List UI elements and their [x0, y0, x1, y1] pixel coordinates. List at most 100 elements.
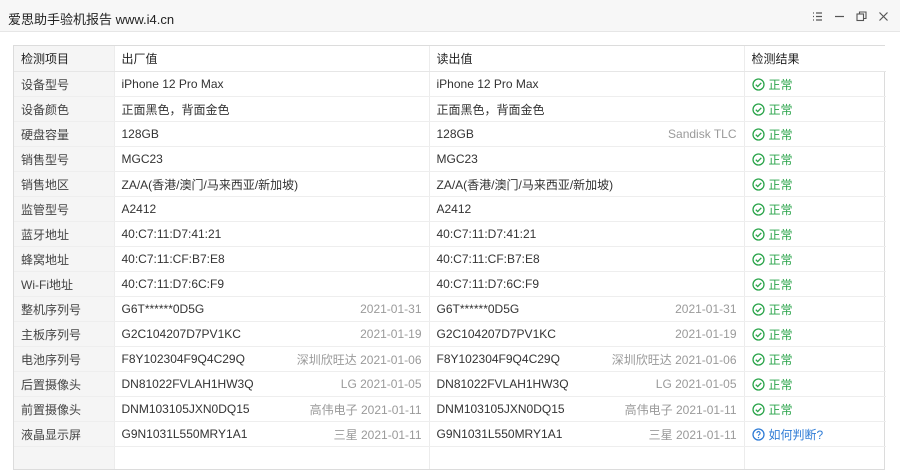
result-cell: 正常 — [743, 221, 886, 247]
table-row: 设备颜色 正面黑色，背面金色 正面黑色，背面金色 正常 — [14, 96, 886, 122]
factory-value: G6T******0D5G — [121, 302, 205, 316]
factory-value: 40:C7:11:D7:6C:F9 — [121, 277, 225, 291]
table-row: 销售型号 MGC23 MGC23 正常 — [14, 146, 886, 172]
empty-row — [14, 446, 886, 469]
result-cell: 正常 — [743, 146, 886, 172]
factory-cell: iPhone 12 Pro Max — [113, 71, 429, 97]
factory-cell: 40:C7:11:CF:B7:E8 — [113, 246, 429, 272]
table-header-row: 检测项目 出厂值 读出值 检测结果 — [14, 46, 886, 72]
result-cell: 正常 — [743, 121, 886, 147]
result-cell: 正常 — [743, 246, 886, 272]
read-cell: DN81022FVLAH1HW3Q LG 2021-01-05 — [428, 371, 744, 397]
read-cell: DNM103105JXN0DQ15 高伟电子 2021-01-11 — [428, 396, 744, 422]
result-status: 正常 — [768, 352, 793, 367]
read-meta: 深圳欣旺达 2021-01-06 — [611, 352, 737, 367]
menu-icon[interactable] — [808, 7, 826, 25]
table-row: 销售地区 ZA/A(香港/澳门/马来西亚/新加坡) ZA/A(香港/澳门/马来西亚/… — [14, 171, 886, 197]
read-cell: 40:C7:11:D7:41:21 — [428, 221, 744, 247]
factory-value: MGC23 — [121, 152, 163, 166]
result-status: 正常 — [768, 152, 793, 167]
result-cell: 正常 — [743, 96, 886, 122]
check-circle-icon — [751, 152, 765, 166]
table-row: 后置摄像头 DN81022FVLAH1HW3Q LG 2021-01-05 DN810… — [14, 371, 886, 397]
check-circle-icon — [751, 102, 765, 116]
check-circle-icon — [751, 402, 765, 416]
factory-meta: 三星 2021-01-11 — [333, 427, 422, 442]
factory-cell: ZA/A(香港/澳门/马来西亚/新加坡) — [113, 171, 429, 197]
close-icon[interactable] — [874, 7, 892, 25]
row-item-label: 蜂窝地址 — [14, 246, 114, 272]
factory-value: DNM103105JXN0DQ15 — [121, 402, 250, 416]
read-value: 40:C7:11:D7:41:21 — [436, 227, 537, 241]
empty-cell — [428, 446, 744, 469]
how-to-judge-link[interactable]: 如何判断? — [769, 426, 824, 443]
read-value: 128GB — [436, 127, 474, 141]
factory-meta: LG 2021-01-05 — [340, 377, 422, 391]
table-row: 电池序列号 F8Y102304F9Q4C29Q 深圳欣旺达 2021-01-06 F8… — [14, 346, 886, 372]
factory-value: iPhone 12 Pro Max — [121, 77, 224, 91]
read-value: A2412 — [436, 202, 472, 216]
table-row: 蓝牙地址 40:C7:11:D7:41:21 40:C7:11:D7:41:21 正常 — [14, 221, 886, 247]
table-row: 硬盘容量 128GB 128GB Sandisk TLC 正常 — [14, 121, 886, 147]
result-cell[interactable]: 如何判断? — [743, 421, 886, 447]
row-item-label: 硬盘容量 — [14, 121, 114, 147]
read-value: F8Y102304F9Q4C29Q — [436, 352, 560, 366]
read-value: 40:C7:11:CF:B7:E8 — [436, 252, 540, 266]
empty-cell — [14, 446, 114, 469]
read-meta: LG 2021-01-05 — [655, 377, 737, 391]
read-cell: 40:C7:11:CF:B7:E8 — [428, 246, 744, 272]
factory-value: 128GB — [121, 127, 159, 141]
title-bar: 爱思助手验机报告 www.i4.cn — [0, 0, 900, 32]
table-row: 整机序列号 G6T******0D5G 2021-01-31 G6T******0D5… — [14, 296, 886, 322]
factory-value: 40:C7:11:CF:B7:E8 — [121, 252, 225, 266]
factory-value: DN81022FVLAH1HW3Q — [121, 377, 254, 391]
table-row: 设备型号 iPhone 12 Pro Max iPhone 12 Pro Max 正常 — [14, 71, 886, 97]
factory-cell: 40:C7:11:D7:41:21 — [113, 221, 429, 247]
result-status: 正常 — [768, 202, 793, 217]
factory-meta: 2021-01-31 — [360, 302, 422, 316]
header-result: 检测结果 — [743, 46, 886, 72]
header-read: 读出值 — [428, 46, 744, 72]
restore-icon[interactable] — [852, 7, 870, 25]
result-status: 正常 — [768, 252, 793, 267]
read-value: MGC23 — [436, 152, 478, 166]
factory-value: ZA/A(香港/澳门/马来西亚/新加坡) — [121, 177, 299, 192]
read-cell: 40:C7:11:D7:6C:F9 — [428, 271, 744, 297]
minimize-icon[interactable] — [830, 7, 848, 25]
factory-value: G2C104207D7PV1KC — [121, 327, 241, 341]
result-status: 正常 — [768, 227, 793, 242]
result-status: 正常 — [768, 177, 793, 192]
factory-cell: MGC23 — [113, 146, 429, 172]
factory-cell: A2412 — [113, 196, 429, 222]
check-circle-icon — [751, 302, 765, 316]
result-cell: 正常 — [743, 296, 886, 322]
factory-meta: 2021-01-19 — [360, 327, 422, 341]
row-item-label: 销售型号 — [14, 146, 114, 172]
row-item-label: 蓝牙地址 — [14, 221, 114, 247]
check-circle-icon — [751, 327, 765, 341]
row-item-label: 电池序列号 — [14, 346, 114, 372]
result-cell: 正常 — [743, 396, 886, 422]
header-item: 检测项目 — [14, 46, 114, 72]
factory-meta: 深圳欣旺达 2021-01-06 — [296, 352, 422, 367]
row-item-label: 设备颜色 — [14, 96, 114, 122]
result-cell: 正常 — [743, 71, 886, 97]
check-circle-icon — [751, 77, 765, 91]
row-item-label: 液晶显示屏 — [14, 421, 114, 447]
result-cell: 正常 — [743, 196, 886, 222]
check-circle-icon — [751, 202, 765, 216]
factory-cell: G2C104207D7PV1KC 2021-01-19 — [113, 321, 429, 347]
factory-cell: 正面黑色，背面金色 — [113, 96, 429, 122]
empty-cell — [743, 446, 886, 469]
result-cell: 正常 — [743, 171, 886, 197]
factory-value: 40:C7:11:D7:41:21 — [121, 227, 222, 241]
factory-cell: G9N1031L550MRY1A1 三星 2021-01-11 — [113, 421, 429, 447]
factory-value: 正面黑色，背面金色 — [121, 102, 230, 117]
row-item-label: 销售地区 — [14, 171, 114, 197]
result-cell: 正常 — [743, 371, 886, 397]
read-value: G6T******0D5G — [436, 302, 520, 316]
read-cell: G2C104207D7PV1KC 2021-01-19 — [428, 321, 744, 347]
row-item-label: 前置摄像头 — [14, 396, 114, 422]
read-meta: Sandisk TLC — [668, 127, 737, 141]
result-status: 正常 — [768, 302, 793, 317]
